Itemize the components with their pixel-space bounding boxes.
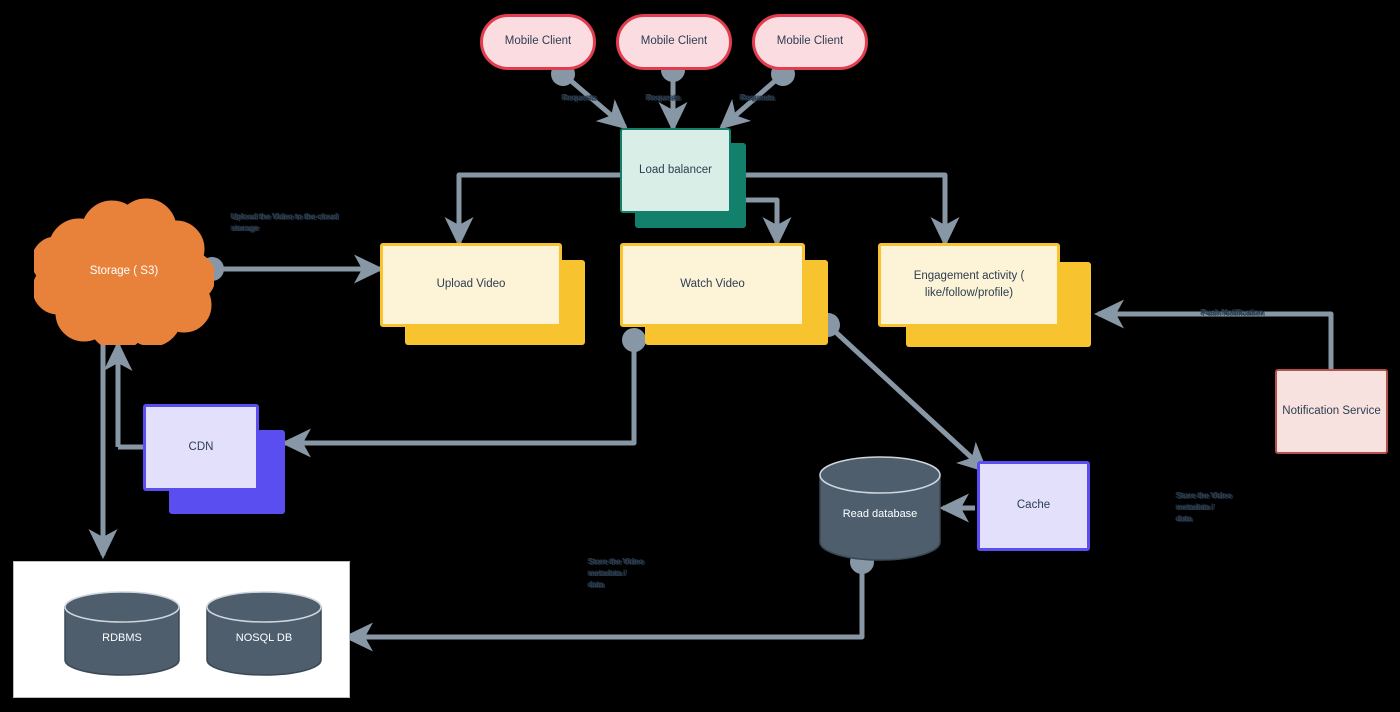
edge-label-client-left: Requests Requests Requests R [561, 92, 598, 103]
node-storage-s3[interactable]: Storage ( S3) [31, 197, 216, 351]
node-label: RDBMS [102, 631, 142, 644]
edge-label-cache: Store the Video metadata / data Store th… [1175, 490, 1234, 524]
node-load-balancer[interactable]: Load balancer [620, 128, 746, 228]
cdn-face: CDN [143, 404, 259, 491]
node-engagement-activity[interactable]: Engagement activity ( like/follow/profil… [878, 243, 1091, 347]
node-label: CDN [188, 440, 214, 453]
edge-label-storage-upload: Upload the Video to the cloud storage Up… [230, 211, 340, 234]
node-label: Cache [1016, 499, 1051, 512]
node-label: NOSQL DB [235, 631, 293, 644]
node-mobile-client-2[interactable]: Mobile Client [616, 14, 732, 70]
node-rdbms[interactable]: RDBMS [63, 591, 181, 676]
node-notification-service[interactable]: Notification Service [1275, 369, 1388, 454]
node-label: Upload Video [436, 278, 506, 291]
node-cache[interactable]: Cache [977, 461, 1090, 551]
engagement-activity-face: Engagement activity ( like/follow/profil… [878, 243, 1060, 327]
load-balancer-face: Load balancer [620, 128, 731, 213]
node-upload-video[interactable]: Upload Video [380, 243, 585, 345]
node-label: Watch Video [680, 278, 745, 291]
node-cdn[interactable]: CDN [143, 404, 285, 514]
node-label: Engagement activity ( like/follow/profil… [913, 269, 1025, 299]
architecture-diagram-canvas: Mobile Client Mobile Client Mobile Clien… [0, 0, 1400, 712]
node-label: Read database [842, 507, 918, 520]
node-label: Mobile Client [640, 35, 708, 48]
upload-video-face: Upload Video [380, 243, 562, 327]
node-watch-video[interactable]: Watch Video [620, 243, 830, 345]
node-label: Storage ( S3) [89, 265, 159, 277]
node-read-database[interactable]: Read database [818, 455, 942, 562]
node-mobile-client-3[interactable]: Mobile Client [752, 14, 868, 70]
edge-label-client-right: Requests Requests Requests R [739, 92, 776, 103]
node-mobile-client-1[interactable]: Mobile Client [480, 14, 596, 70]
node-nosql-db[interactable]: NOSQL DB [205, 591, 323, 676]
edge-label-client-mid: Requests Requests Requests R [645, 92, 682, 103]
edge-label-read-database: Store the Video metadata / data Store th… [587, 556, 646, 590]
edge-label-notification: Push Notification Push Notification Push… [1200, 307, 1265, 318]
node-label: Mobile Client [504, 35, 572, 48]
watch-video-face: Watch Video [620, 243, 805, 327]
node-label: Mobile Client [776, 35, 844, 48]
node-label: Notification Service [1282, 404, 1381, 417]
node-label: Load balancer [639, 163, 712, 176]
